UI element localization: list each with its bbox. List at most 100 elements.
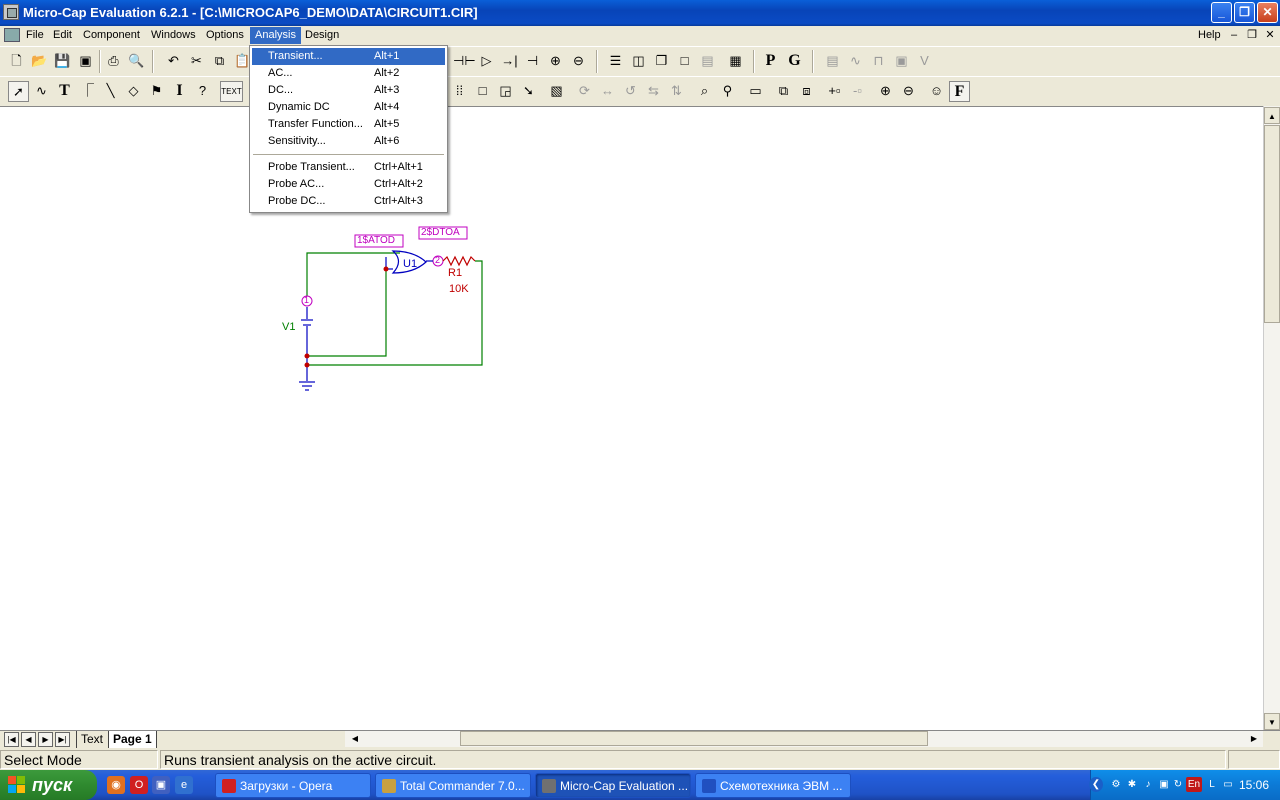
save-icon[interactable]: 💾: [52, 51, 73, 72]
task-word-doc[interactable]: Схемотехника ЭВМ ...: [695, 773, 851, 798]
menu-item-probe-transient[interactable]: Probe Transient... Ctrl+Alt+1: [252, 159, 445, 176]
next-page-icon[interactable]: ▶: [38, 732, 53, 747]
start-button[interactable]: пуск: [0, 770, 97, 800]
restore-button[interactable]: ❐: [1234, 2, 1255, 23]
disk-icon[interactable]: ▣: [152, 776, 170, 794]
f-button[interactable]: F: [949, 81, 970, 102]
menu-analysis[interactable]: Analysis: [250, 27, 301, 44]
scroll-thumb[interactable]: [1264, 125, 1280, 323]
zoom-in-icon[interactable]: ⊕: [875, 81, 896, 102]
info-tool-icon[interactable]: I: [169, 81, 190, 102]
firefox-icon[interactable]: ◉: [107, 776, 125, 794]
document-icon[interactable]: [4, 28, 20, 42]
speaker-icon[interactable]: ♪: [1141, 777, 1155, 792]
antivirus-icon[interactable]: ✱: [1125, 777, 1139, 792]
wire-tool-icon[interactable]: ⎾: [77, 81, 98, 102]
mirror-icon[interactable]: ⇆: [643, 81, 664, 102]
smile-icon[interactable]: ☺: [926, 81, 947, 102]
menu-item-probe-dc[interactable]: Probe DC... Ctrl+Alt+3: [252, 193, 445, 210]
h-scroll-thumb[interactable]: [460, 731, 928, 746]
component-capacitor-icon[interactable]: ⊣: [522, 51, 543, 72]
plot-wave-icon[interactable]: ∿: [845, 51, 866, 72]
horizontal-scrollbar[interactable]: ◀ ▶: [345, 731, 1263, 747]
opera-icon[interactable]: O: [130, 776, 148, 794]
scroll-up-icon[interactable]: ▲: [1264, 107, 1280, 124]
monitor-tray-icon[interactable]: ▣: [1157, 777, 1171, 792]
component-diode-icon[interactable]: ⊣⊢: [453, 51, 476, 72]
scroll-down-icon[interactable]: ▼: [1264, 713, 1280, 730]
window-split-v-icon[interactable]: ◫: [628, 51, 649, 72]
menu-item-probe-ac[interactable]: Probe AC... Ctrl+Alt+2: [252, 176, 445, 193]
update-icon[interactable]: ↻: [1171, 777, 1185, 792]
cut-icon[interactable]: ✂: [186, 51, 207, 72]
r1-value[interactable]: 10K: [449, 283, 469, 295]
rotate-icon[interactable]: ⟳: [574, 81, 595, 102]
menu-help[interactable]: Help: [1193, 27, 1226, 44]
tray-expand-icon[interactable]: ❮: [1089, 777, 1103, 792]
menu-item-ac[interactable]: AC... Alt+2: [252, 65, 445, 82]
text-toggle-button[interactable]: TEXT: [220, 81, 243, 102]
plot-value-icon[interactable]: V: [914, 51, 935, 72]
task-microcap[interactable]: Micro-Cap Evaluation ...: [535, 773, 691, 798]
find-binoculars-icon[interactable]: ⚲: [717, 81, 738, 102]
menu-item-dc[interactable]: DC... Alt+3: [252, 82, 445, 99]
component-battery-icon[interactable]: ⊖: [568, 51, 589, 72]
window-cascade-icon[interactable]: ❐: [651, 51, 672, 72]
menu-edit[interactable]: Edit: [48, 27, 77, 44]
window-title-bar[interactable]: Micro-Cap Evaluation 6.2.1 - [C:\MICROCA…: [0, 0, 1280, 26]
component-diode2-icon[interactable]: →|: [499, 51, 520, 72]
app-icon[interactable]: [3, 4, 19, 20]
menu-file[interactable]: File: [21, 27, 49, 44]
v1-label[interactable]: V1: [282, 321, 295, 333]
bring-front-icon[interactable]: ⧉: [773, 81, 794, 102]
internet-explorer-icon[interactable]: e: [175, 776, 193, 794]
close-button[interactable]: ✕: [1257, 2, 1278, 23]
flip-h-icon[interactable]: ↔: [597, 81, 618, 102]
component-source-icon[interactable]: ⊕: [545, 51, 566, 72]
schematic-canvas[interactable]: 1$ATOD 2$DTOA U1 R1 10K V1 1 2: [0, 106, 1263, 731]
menu-design[interactable]: Design: [300, 27, 344, 44]
menu-item-dynamic-dc[interactable]: Dynamic DC Alt+4: [252, 99, 445, 116]
title-block-icon[interactable]: ◲: [495, 81, 516, 102]
new-file-icon[interactable]: 🗋: [6, 51, 27, 72]
mdi-close-button[interactable]: ✕: [1262, 28, 1278, 42]
print-icon[interactable]: ⎙: [103, 51, 124, 72]
properties-icon[interactable]: ▧: [546, 81, 567, 102]
network-icon[interactable]: ⚙: [1109, 777, 1123, 792]
border-icon[interactable]: □: [472, 81, 493, 102]
window-tile-icon[interactable]: ▤: [697, 51, 718, 72]
task-opera[interactable]: Загрузки - Opera: [215, 773, 371, 798]
zoom-out-icon[interactable]: ⊖: [898, 81, 919, 102]
language-indicator[interactable]: En: [1186, 777, 1202, 792]
display-icon[interactable]: ▭: [745, 81, 766, 102]
menu-windows[interactable]: Windows: [146, 27, 201, 44]
save-all-icon[interactable]: ▣: [75, 51, 96, 72]
component-opamp-icon[interactable]: ▷: [476, 51, 497, 72]
first-page-icon[interactable]: |◀: [4, 732, 19, 747]
atod-label[interactable]: 1$ATOD: [357, 235, 395, 246]
plot-step-icon[interactable]: ⊓: [868, 51, 889, 72]
pointer-icon[interactable]: ➘: [518, 81, 539, 102]
clock[interactable]: 15:06: [1239, 770, 1269, 800]
calculator-icon[interactable]: ▦: [725, 51, 746, 72]
prev-page-icon[interactable]: ◀: [21, 732, 36, 747]
send-back-icon[interactable]: ⧈: [796, 81, 817, 102]
u1-label[interactable]: U1: [403, 258, 417, 270]
menu-item-sensitivity[interactable]: Sensitivity... Alt+6: [252, 133, 445, 150]
task-total-commander[interactable]: Total Commander 7.0...: [375, 773, 531, 798]
wire-wave-icon[interactable]: ∿: [31, 81, 52, 102]
line-tool-icon[interactable]: ╲: [100, 81, 121, 102]
r1-label[interactable]: R1: [448, 267, 462, 279]
step-back-icon[interactable]: ↺: [620, 81, 641, 102]
window-maximize-icon[interactable]: □: [674, 51, 695, 72]
p-button[interactable]: P: [760, 51, 781, 72]
text-tool-icon[interactable]: T: [54, 81, 75, 102]
menu-item-transfer-function[interactable]: Transfer Function... Alt+5: [252, 116, 445, 133]
lang-bar-icon[interactable]: L: [1205, 777, 1219, 792]
minimize-button[interactable]: _: [1211, 2, 1232, 23]
plot-monitor-icon[interactable]: ▣: [891, 51, 912, 72]
help-tool-icon[interactable]: ?: [192, 81, 213, 102]
add-page-icon[interactable]: +▫: [824, 81, 845, 102]
remove-page-icon[interactable]: -▫: [847, 81, 868, 102]
window-split-h-icon[interactable]: ☰: [605, 51, 626, 72]
